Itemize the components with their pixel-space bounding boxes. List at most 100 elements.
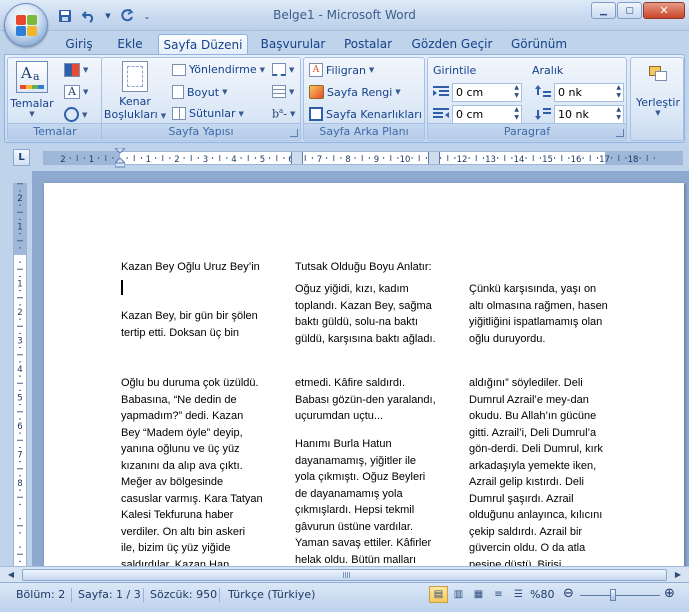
paragraf-launcher-icon[interactable]	[616, 129, 624, 137]
ribbon-tabs: Giriş Ekle Sayfa Düzeni Başvurular Posta…	[0, 31, 689, 55]
column-gap-marker-2[interactable]	[428, 152, 440, 164]
col2-top-line: Tutsak Olduğu Boyu Anlatır:	[295, 261, 432, 273]
temalar-dropdown-icon: ▼	[29, 110, 35, 118]
text-line: peşine düştü. Birisi	[469, 558, 562, 567]
kenar-label-2: Boşlukları	[103, 108, 158, 121]
boyut-label: Boyut	[187, 85, 220, 99]
tab-sayfa-duzeni[interactable]: Sayfa Düzeni	[158, 34, 248, 55]
yerlestir-button[interactable]: Yerleştir ▼	[633, 64, 683, 124]
ruler-label: 8	[345, 155, 350, 164]
line-numbers-button[interactable]: ▼	[272, 85, 294, 98]
space-after-field[interactable]: 10 nk ▲ ▼	[554, 105, 624, 124]
theme-fonts-button[interactable]: A ▼	[64, 85, 88, 99]
zoom-out-icon[interactable]: ⊖	[563, 586, 574, 601]
full-screen-reading-icon[interactable]: ▥	[449, 586, 468, 603]
group-sayfa-arka-plani: A Filigran ▼ Sayfa Rengi ▼ Sayfa Kenarlıkl…	[303, 57, 425, 141]
horizontal-ruler[interactable]: 21123456789101112131415161718	[43, 147, 683, 168]
girintile-label: Girintile	[433, 64, 477, 77]
right-indent-field[interactable]: 0 cm ▲ ▼	[452, 105, 522, 124]
maximize-button[interactable]: ▢	[617, 2, 642, 19]
status-word-count[interactable]: Sözcük: 950	[150, 588, 217, 601]
text-line: gön-derdi. Deli Dumrul, kırk	[469, 443, 603, 455]
tab-ekle[interactable]: Ekle	[108, 34, 152, 55]
indent-marker-icon[interactable]	[113, 147, 127, 168]
scrollbar-thumb[interactable]	[22, 569, 667, 581]
sutunlar-label: Sütunlar	[189, 107, 236, 120]
draft-icon[interactable]: ☰	[509, 586, 528, 603]
horizontal-scrollbar[interactable]: ◀ ▶	[0, 566, 689, 582]
tab-postalar[interactable]: Postalar	[338, 34, 398, 55]
scroll-left-icon[interactable]: ◀	[4, 569, 18, 581]
sayfa-yapisi-launcher-icon[interactable]	[290, 129, 298, 137]
ruler-label: 14	[514, 155, 525, 164]
office-logo-icon	[16, 15, 38, 37]
window-title: Belge1 - Microsoft Word	[273, 8, 416, 22]
tab-giris[interactable]: Giriş	[56, 34, 102, 55]
ruler-label: 3	[203, 155, 208, 164]
close-button[interactable]: ✕	[643, 2, 685, 19]
ruler-label: 2	[174, 155, 179, 164]
text-line: etmedi. Kâfire saldırdı.	[295, 377, 406, 389]
theme-colors-button[interactable]: ▼	[64, 63, 88, 77]
zoom-slider[interactable]	[580, 595, 660, 596]
column-3-intro: Çünkü karşısında, yaşı on altı olmasına r…	[469, 281, 619, 347]
filigran-button[interactable]: A Filigran ▼	[309, 63, 374, 77]
space-after-icon	[535, 107, 551, 121]
theme-effects-button[interactable]: ▼	[64, 107, 87, 122]
column-gap-marker-1[interactable]	[291, 152, 303, 164]
text-line: baktı güldü, solu-na baktı	[295, 316, 418, 328]
breaks-button[interactable]: ▼	[272, 63, 294, 76]
text-line: kızanını da alıp ava çıktı.	[121, 459, 243, 472]
status-language[interactable]: Türkçe (Türkiye)	[228, 588, 315, 601]
hyphenation-button[interactable]: ba- ▼	[272, 107, 295, 121]
zoom-slider-thumb[interactable]	[610, 589, 616, 601]
orientation-icon	[172, 63, 186, 76]
text-line: gâvurun üstüne vardılar.	[295, 520, 414, 533]
sayfa-kenarliklari-button[interactable]: Sayfa Kenarlıkları	[309, 107, 422, 121]
vruler-label: 7	[17, 451, 22, 461]
column-3-body: aldığını” söylediler. Deli Dumrul Azrail’…	[469, 375, 619, 566]
text-line: Bey “Madem öyle” deyip,	[121, 426, 243, 439]
group-label-sayfa-yapisi: Sayfa Yapısı	[102, 123, 300, 139]
outline-icon[interactable]: ≡	[489, 586, 508, 603]
group-sayfa-yapisi: Kenar Boşlukları ▼ Yönlendirme ▼ Boyut ▼ Sü…	[101, 57, 301, 141]
ruler-row: L 21123456789101112131415161718	[0, 143, 689, 171]
tab-gozden-gecir[interactable]: Gözden Geçir	[408, 34, 496, 55]
left-indent-icon	[433, 85, 449, 99]
print-layout-icon[interactable]: ▤	[429, 586, 448, 603]
text-line: yola çıkmıştı. Oğuz Beyleri	[295, 471, 426, 483]
boyut-button[interactable]: Boyut ▼	[172, 85, 227, 99]
yonlendirme-button[interactable]: Yönlendirme ▼	[172, 63, 265, 76]
vertical-ruler[interactable]: 2 1 1 2 3 4 5 6 7 8	[13, 183, 27, 567]
ribbon: A a Temalar ▼ ▼ A ▼ ▼ Temalar Kenar Boşlu…	[4, 54, 685, 143]
tab-basvurular[interactable]: Başvurular	[256, 34, 330, 55]
kenar-bosluklari-button[interactable]: Kenar Boşlukları ▼	[103, 61, 166, 123]
sayfa-rengi-button[interactable]: Sayfa Rengi ▼	[309, 85, 401, 99]
tab-selector-button[interactable]: L	[13, 149, 30, 166]
ruler-label: 9	[374, 155, 379, 164]
col1-top-line: Kazan Bey Oğlu Uruz Bey’in	[121, 261, 260, 273]
vruler-label: 2	[17, 308, 22, 318]
ruler-label: 13	[485, 155, 496, 164]
margins-icon	[122, 61, 148, 92]
group-yerlestir: Yerleştir ▼	[630, 57, 684, 141]
text-line: Dumrul Azrail’e mey-dan	[469, 393, 589, 406]
minimize-button[interactable]: ▁	[591, 2, 616, 19]
themes-icon: A a	[16, 61, 48, 93]
scroll-right-icon[interactable]: ▶	[671, 569, 685, 581]
zoom-in-icon[interactable]: ⊕	[664, 586, 675, 601]
sutunlar-button[interactable]: Sütunlar ▼	[172, 107, 244, 120]
tab-gorunum[interactable]: Görünüm	[506, 34, 572, 55]
temalar-button[interactable]: A a Temalar ▼	[10, 61, 54, 121]
zoom-level[interactable]: %80	[530, 588, 554, 601]
text-line: dayanamamış, yiğitler ile	[295, 454, 417, 467]
left-indent-field[interactable]: 0 cm ▲ ▼	[452, 83, 522, 102]
web-layout-icon[interactable]: ▦	[469, 586, 488, 603]
status-page[interactable]: Sayfa: 1 / 3	[78, 588, 141, 601]
ruler-label: 10	[400, 155, 411, 164]
office-button[interactable]	[4, 3, 48, 47]
group-temalar: A a Temalar ▼ ▼ A ▼ ▼ Temalar	[7, 57, 103, 141]
document-page[interactable]: Kazan Bey Oğlu Uruz Bey’in Kazan Bey, bi…	[44, 183, 684, 566]
status-section[interactable]: Bölüm: 2	[16, 588, 65, 601]
space-before-field[interactable]: 0 nk ▲ ▼	[554, 83, 624, 102]
